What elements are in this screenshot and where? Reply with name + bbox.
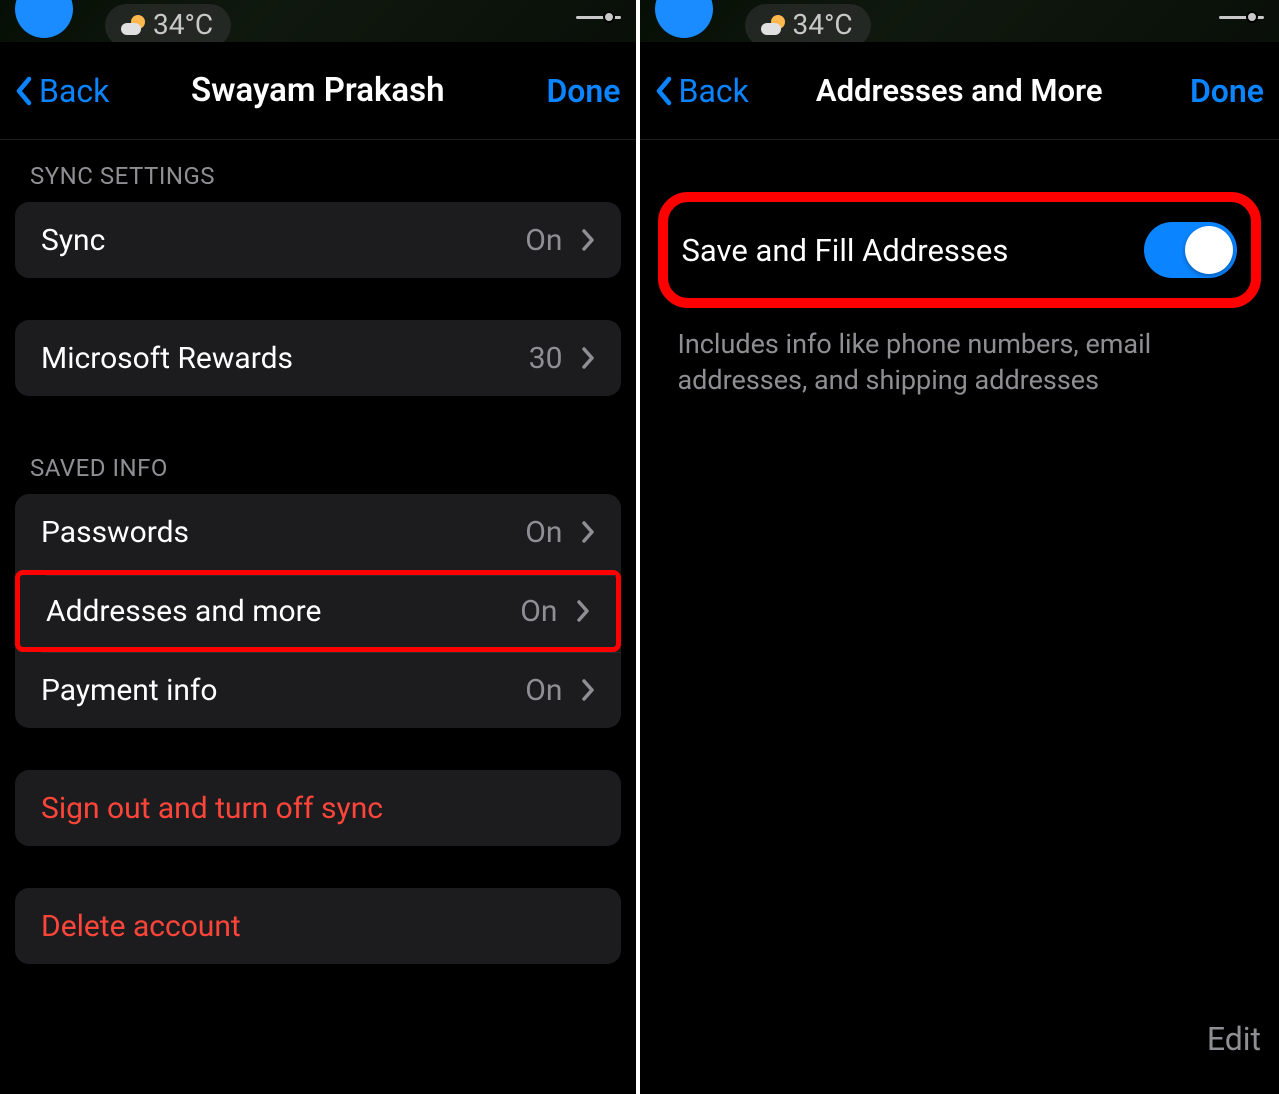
weather-partly-cloudy-icon [761, 13, 785, 37]
weather-partly-cloudy-icon [121, 13, 145, 37]
row-delete-account[interactable]: Delete account [15, 888, 621, 964]
save-fill-toggle[interactable] [1144, 222, 1237, 278]
avatar [655, 0, 713, 38]
row-value: On [525, 223, 562, 258]
row-label: Payment info [41, 673, 525, 708]
row-label: Passwords [41, 515, 525, 550]
weather-widget[interactable]: 34°C [745, 4, 871, 42]
back-label: Back [679, 72, 749, 110]
row-label: Addresses and more [46, 594, 520, 629]
toggle-label: Save and Fill Addresses [682, 232, 1009, 269]
nav-bar: Back Swayam Prakash Done [0, 42, 636, 140]
edit-button[interactable]: Edit [1207, 1020, 1261, 1058]
content-area: Save and Fill Addresses Includes info li… [640, 140, 1279, 1094]
row-save-fill-addresses[interactable]: Save and Fill Addresses [658, 192, 1262, 308]
weather-temperature: 34°C [793, 8, 853, 41]
brightness-slider-icon [1219, 16, 1264, 19]
screen-profile: 34°C Back Swayam Prakash Done SYNC SETTI… [0, 0, 640, 1094]
section-saved-info: SAVED INFO [15, 396, 621, 494]
weather-widget[interactable]: 34°C [105, 4, 231, 42]
chevron-left-icon [655, 76, 673, 106]
row-rewards[interactable]: Microsoft Rewards 30 [15, 320, 621, 396]
section-sync-settings: SYNC SETTINGS [15, 140, 621, 202]
back-button[interactable]: Back [655, 72, 749, 110]
row-value: On [525, 673, 562, 708]
avatar [15, 0, 73, 38]
row-passwords[interactable]: Passwords On [15, 494, 621, 570]
status-bar: 34°C [0, 0, 636, 42]
done-button[interactable]: Done [546, 72, 620, 110]
row-label: Delete account [41, 909, 595, 944]
back-button[interactable]: Back [15, 72, 109, 110]
group-saved-info: Passwords On Addresses and more On Payme… [15, 494, 621, 728]
switch-knob [1185, 226, 1233, 274]
brightness-slider-icon [576, 16, 621, 19]
group-rewards: Microsoft Rewards 30 [15, 320, 621, 396]
row-value: On [525, 515, 562, 550]
status-bar: 34°C [640, 0, 1279, 42]
done-button[interactable]: Done [1190, 72, 1264, 110]
nav-bar: Back Addresses and More Done [640, 42, 1279, 140]
chevron-right-icon [581, 346, 595, 370]
row-payment[interactable]: Payment info On [15, 652, 621, 728]
row-addresses[interactable]: Addresses and more On [15, 570, 621, 652]
row-label: Sync [41, 223, 525, 258]
chevron-right-icon [581, 678, 595, 702]
weather-temperature: 34°C [153, 8, 213, 41]
row-label: Microsoft Rewards [41, 341, 529, 376]
chevron-right-icon [576, 599, 590, 623]
group-signout: Sign out and turn off sync [15, 770, 621, 846]
back-label: Back [39, 72, 109, 110]
row-sync[interactable]: Sync On [15, 202, 621, 278]
row-value: 30 [529, 341, 563, 376]
screen-addresses: 34°C Back Addresses and More Done Save a… [640, 0, 1279, 1094]
chevron-left-icon [15, 76, 33, 106]
group-sync: Sync On [15, 202, 621, 278]
group-delete: Delete account [15, 888, 621, 964]
page-title: Swayam Prakash [191, 71, 444, 110]
content-area: SYNC SETTINGS Sync On Microsoft Rewards … [0, 140, 636, 1094]
chevron-right-icon [581, 228, 595, 252]
toggle-description: Includes info like phone numbers, email … [652, 308, 1268, 399]
chevron-right-icon [581, 520, 595, 544]
row-label: Sign out and turn off sync [41, 791, 595, 826]
page-title: Addresses and More [816, 72, 1103, 109]
row-value: On [520, 594, 557, 629]
row-signout[interactable]: Sign out and turn off sync [15, 770, 621, 846]
